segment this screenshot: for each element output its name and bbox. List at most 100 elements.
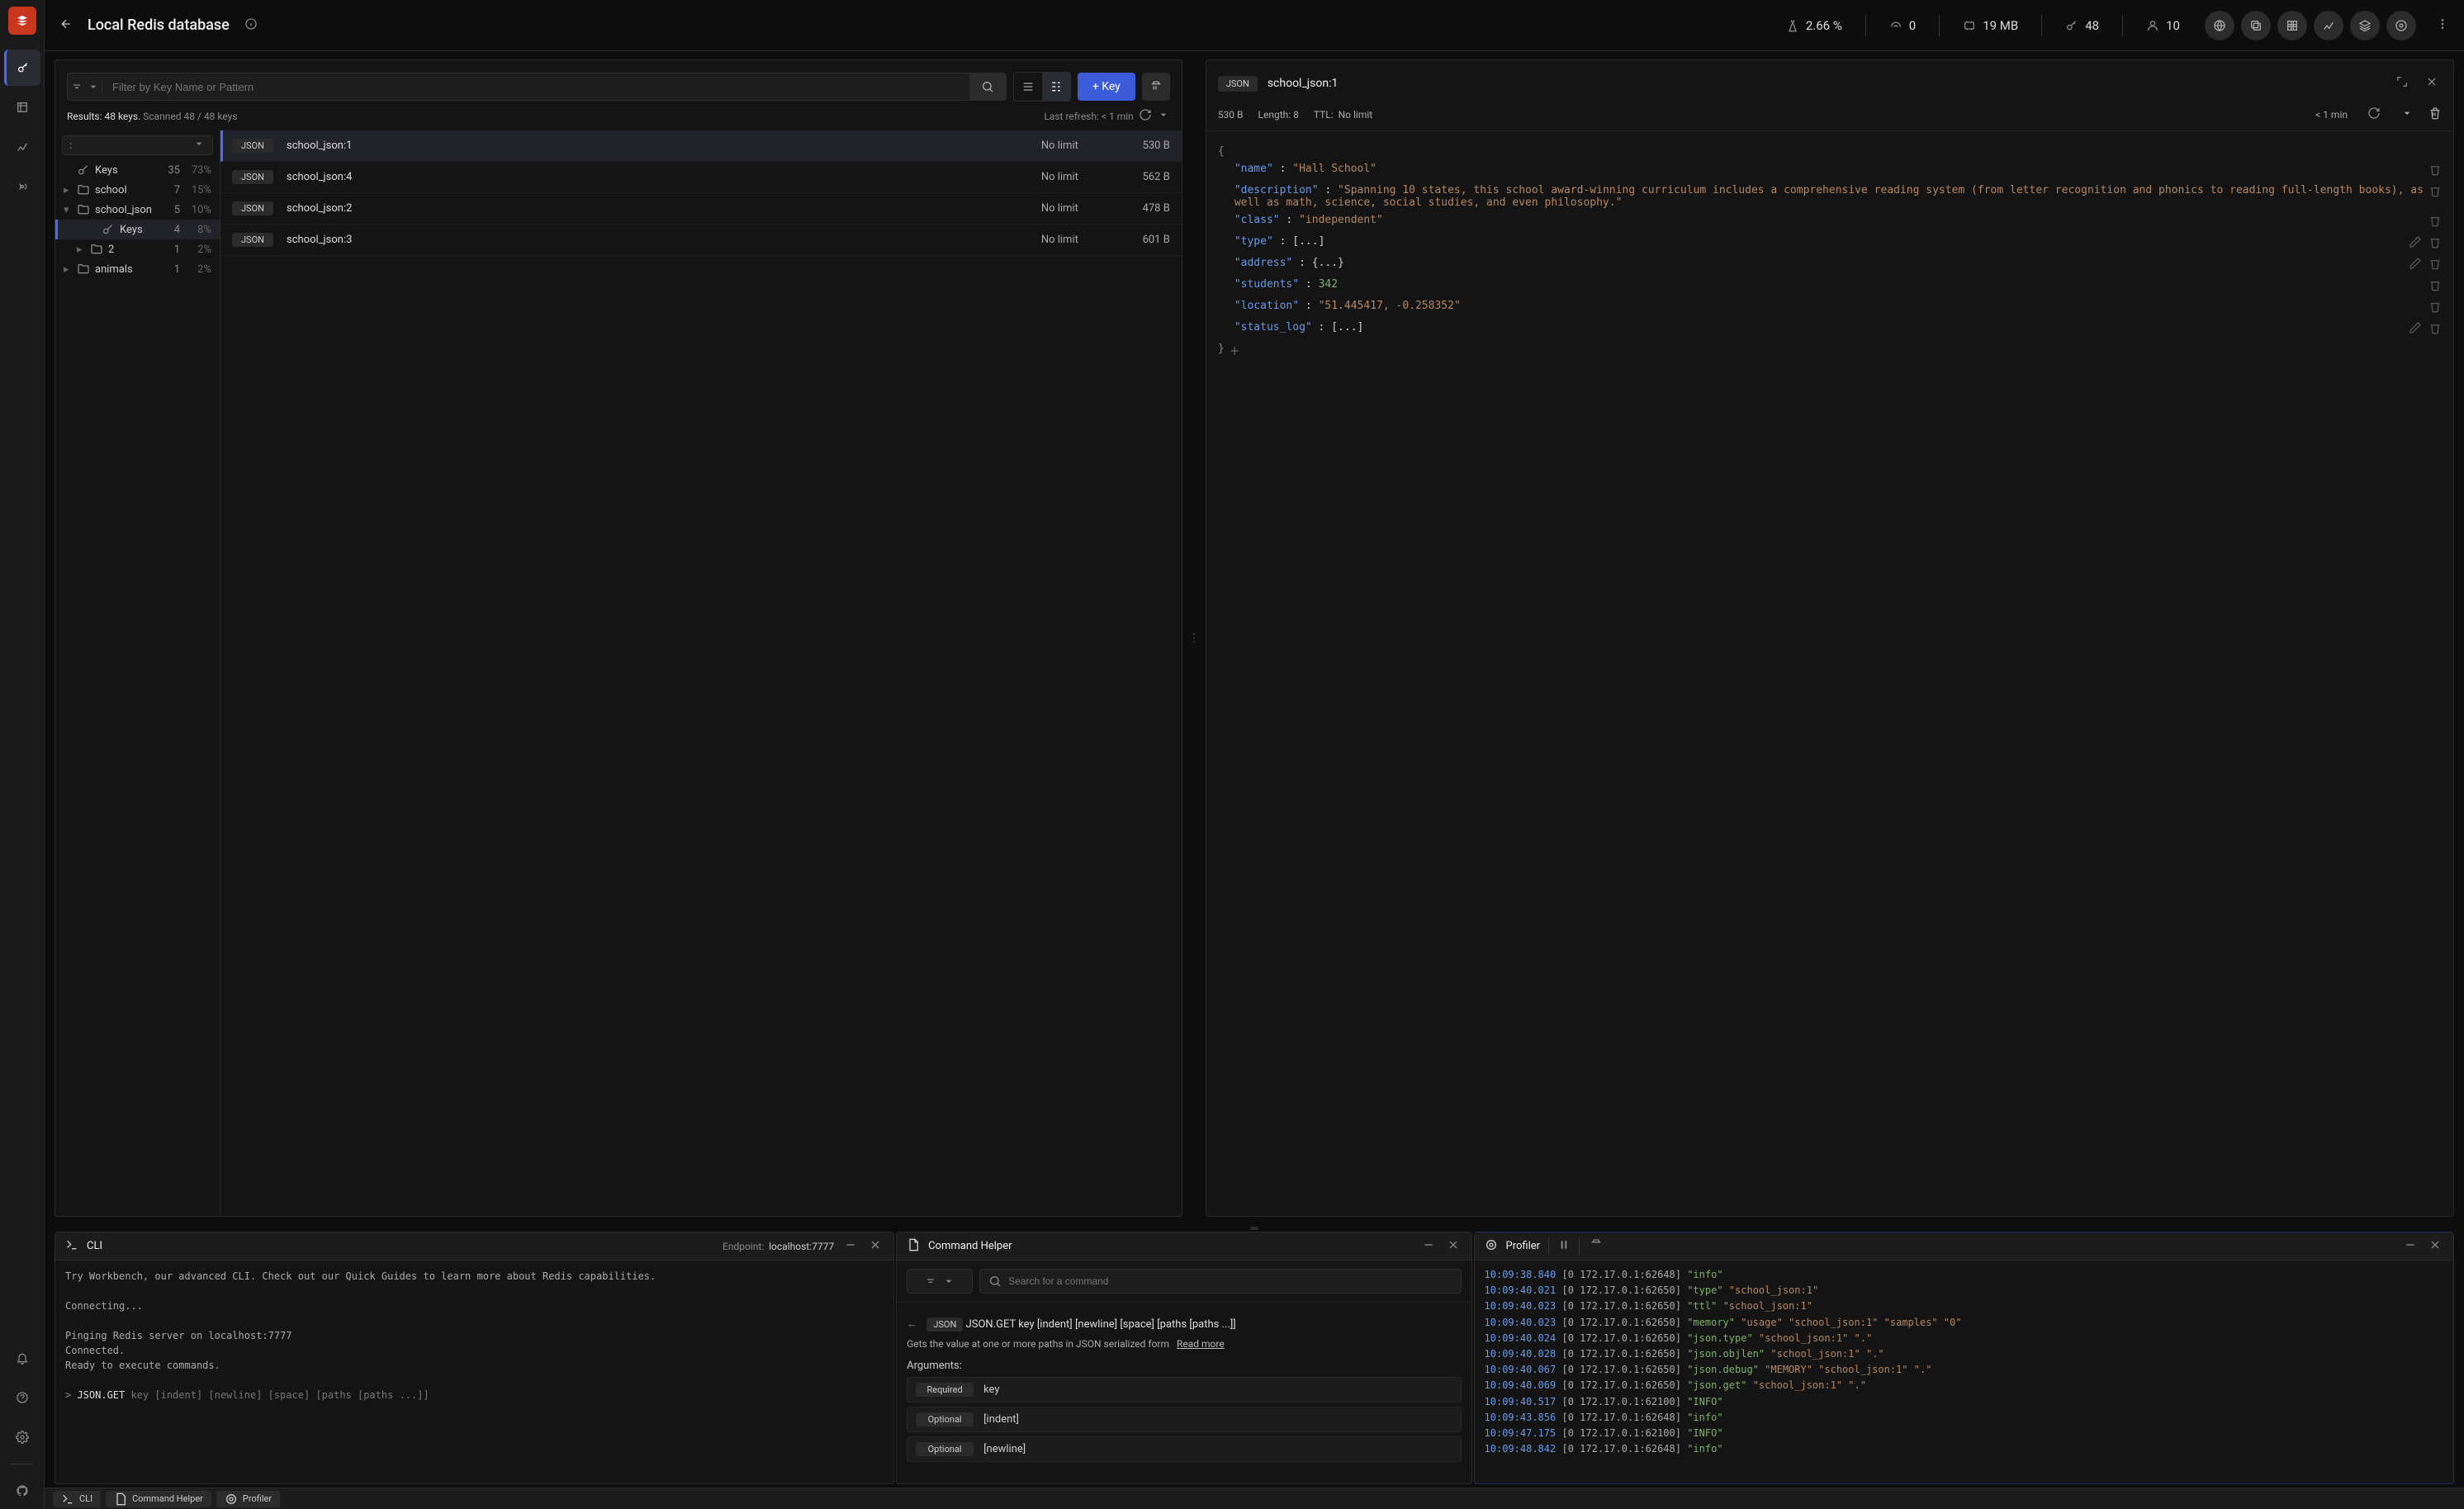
key-browser-panel: + Key Results: 48 keys. Scanned 48 / 48 … [54,59,1182,1217]
cli-minimize-icon[interactable] [842,1237,859,1256]
nav-workbench-icon[interactable] [4,89,40,125]
key-name: school_json:4 [287,171,1028,183]
tree-item[interactable]: Keys48% [55,220,220,239]
cli-prompt-line[interactable]: > JSON.GET key [indent] [newline] [space… [65,1388,884,1403]
edit-field-icon[interactable] [2409,321,2422,338]
profiler-clear-icon[interactable] [1588,1237,1604,1256]
nav-settings-icon[interactable] [4,1419,40,1455]
delete-field-icon[interactable] [2428,257,2442,273]
helper-minimize-icon[interactable] [1420,1237,1437,1256]
results-count: 48 keys. [105,111,141,122]
view-tree-toggle[interactable] [1042,73,1070,101]
nav-help-icon[interactable] [4,1379,40,1416]
detail-length: Length: 8 [1258,109,1299,121]
filter-type-dropdown[interactable] [68,80,102,93]
delete-field-icon[interactable] [2428,163,2442,179]
helper-title: Command Helper [928,1240,1012,1252]
tree-item[interactable]: ▸212% [55,239,220,259]
json-line: "address" : {...} [1218,254,2442,276]
key-name: school_json:3 [287,234,1028,246]
fullscreen-icon[interactable] [2392,72,2412,95]
profiler-minimize-icon[interactable] [2402,1237,2419,1256]
nav-github-icon[interactable] [4,1473,40,1509]
key-size: 562 B [1121,171,1170,183]
refresh-dropdown-icon[interactable] [1157,108,1170,124]
nav-keys-icon[interactable] [4,50,40,86]
delete-field-icon[interactable] [2428,278,2442,295]
more-icon[interactable] [2436,17,2449,34]
key-row[interactable]: JSON school_json:3 No limit 601 B [220,225,1182,256]
action-chart-icon[interactable] [2314,11,2343,40]
back-icon[interactable] [59,17,73,34]
chip-helper[interactable]: Command Helper [106,1491,211,1507]
delete-field-icon[interactable] [2428,184,2442,201]
tree-item[interactable]: ▸school715% [55,180,220,200]
helper-filter-dropdown[interactable] [907,1269,973,1294]
view-list-toggle[interactable] [1014,73,1042,101]
detail-refresh-icon[interactable] [2367,106,2381,122]
action-settings-icon[interactable] [2386,11,2416,40]
nav-pubsub-icon[interactable] [4,168,40,205]
add-field-icon[interactable]: ＋ [1230,343,1240,358]
nav-analysis-icon[interactable] [4,129,40,165]
detail-refresh-dropdown-icon[interactable] [2400,106,2414,122]
tree-item[interactable]: ▸animals12% [55,259,220,279]
key-type-badge: JSON [232,201,273,215]
helper-close-icon[interactable] [1445,1237,1462,1256]
cli-body[interactable]: Try Workbench, our advanced CLI. Check o… [55,1261,893,1483]
key-type-badge: JSON [232,139,273,153]
cli-line: Ready to execute commands. [65,1358,884,1373]
helper-search-input[interactable] [1008,1275,1452,1287]
key-name: school_json:1 [287,140,1028,152]
search-button[interactable] [969,73,1006,100]
app-logo[interactable] [8,7,36,35]
helper-read-more[interactable]: Read more [1177,1338,1225,1350]
json-line: "type" : [...] [1218,233,2442,254]
chip-profiler[interactable]: Profiler [216,1491,280,1507]
key-ttl: No limit [1041,140,1107,152]
close-detail-icon[interactable] [2422,72,2442,95]
cli-close-icon[interactable] [867,1237,884,1256]
action-layers-icon[interactable] [2350,11,2380,40]
filter-input[interactable] [102,81,969,93]
action-copy-icon[interactable] [2241,11,2271,40]
profiler-title: Profiler [1506,1240,1541,1252]
delete-field-icon[interactable] [2428,321,2442,338]
info-icon[interactable] [244,17,258,34]
key-name: school_json:2 [287,202,1028,215]
bulk-actions-button[interactable] [1142,73,1170,101]
delete-field-icon[interactable] [2428,300,2442,316]
vertical-splitter[interactable]: ⋮ [1191,59,1197,1217]
detail-ttl: TTL: No limit [1314,109,1372,121]
key-detail-panel: JSON school_json:1 530 B Length: 8 TTL: … [1206,59,2454,1217]
profiler-close-icon[interactable] [2427,1237,2443,1256]
tree-ns-filter[interactable]: : [62,135,213,155]
action-grid-icon[interactable] [2277,11,2307,40]
profiler-pause-icon[interactable] [1548,1238,1580,1255]
add-key-button[interactable]: + Key [1078,73,1135,101]
tree-item[interactable]: Keys3573% [55,160,220,180]
tree-item[interactable]: ▾school_json510% [55,200,220,220]
chip-cli[interactable]: CLI [53,1491,101,1507]
cli-title: CLI [87,1240,102,1252]
key-row[interactable]: JSON school_json:2 No limit 478 B [220,193,1182,225]
stat-commands: 0 [1889,18,1916,33]
helper-back-icon[interactable]: ← [907,1318,917,1331]
profiler-body: 10:09:38.840 [0 172.17.0.1:62648] "info"… [1475,1261,2453,1464]
cli-panel: CLI Endpoint: localhost:7777 Try Workben… [54,1232,894,1484]
bottom-bar: CLI Command Helper Profiler [45,1488,2464,1509]
refresh-icon[interactable] [1139,108,1152,124]
edit-field-icon[interactable] [2409,257,2422,273]
profiler-row: 10:09:40.021 [0 172.17.0.1:62650] "type"… [1485,1283,2443,1298]
delete-key-icon[interactable] [2428,106,2442,122]
nav-notifications-icon[interactable] [4,1340,40,1376]
edit-field-icon[interactable] [2409,235,2422,252]
key-ttl: No limit [1041,234,1107,246]
delete-field-icon[interactable] [2428,235,2442,252]
key-row[interactable]: JSON school_json:1 No limit 530 B [220,130,1182,162]
key-row[interactable]: JSON school_json:4 No limit 562 B [220,162,1182,193]
action-cloud-icon[interactable] [2205,11,2234,40]
delete-field-icon[interactable] [2428,214,2442,230]
horizontal-splitter[interactable]: ═ [45,1225,2464,1232]
stat-keys: 48 [2065,18,2099,33]
